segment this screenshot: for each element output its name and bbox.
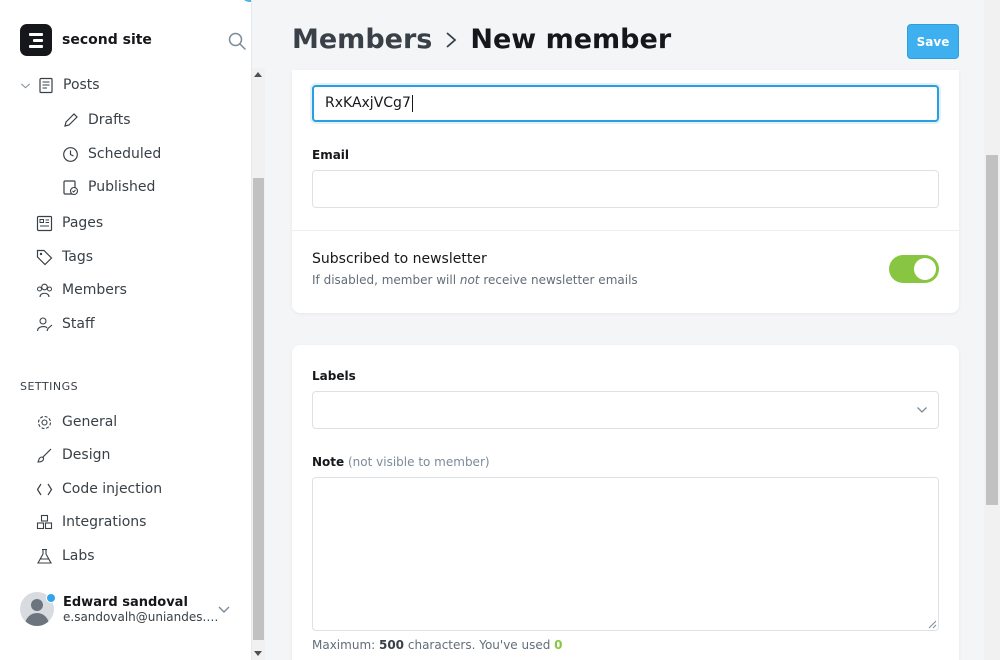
breadcrumb: Members New member (292, 24, 671, 55)
tag-icon (36, 249, 53, 265)
site-logo-icon (20, 24, 52, 56)
pages-icon (36, 215, 53, 231)
posts-icon (39, 77, 53, 93)
note-label: Note (not visible to member) (312, 455, 490, 469)
nav-code-injection-label: Code injection (62, 481, 163, 497)
text-caret (411, 94, 413, 112)
nav-scheduled[interactable]: Scheduled (62, 143, 161, 165)
site-name: second site (62, 32, 152, 48)
email-label: Email (312, 148, 350, 162)
nav-pages-label: Pages (62, 215, 104, 231)
page-scroll-thumb[interactable] (986, 155, 998, 505)
nav-posts-label: Posts (63, 77, 100, 93)
brush-icon (37, 448, 52, 463)
published-icon (63, 179, 79, 195)
chevron-right-icon (446, 31, 457, 48)
notification-indicator (240, 0, 251, 2)
nav-members-label: Members (62, 282, 127, 298)
newsletter-title: Subscribed to newsletter (312, 251, 487, 267)
user-email: e.sandovalh@uniandes.edu.co (63, 609, 223, 624)
nav-design[interactable]: Design (36, 444, 110, 466)
nav-tags-label: Tags (62, 249, 93, 265)
nav-published[interactable]: Published (62, 176, 155, 198)
user-name: Edward sandoval (63, 594, 188, 610)
newsletter-toggle[interactable] (889, 255, 939, 283)
integrations-icon (36, 514, 53, 529)
sidebar-scroll-thumb[interactable] (253, 178, 264, 640)
sidebar-scrollbar[interactable] (252, 68, 265, 660)
scroll-up-icon[interactable] (254, 72, 262, 77)
nav-tags[interactable]: Tags (36, 246, 93, 268)
name-input[interactable]: RxKAxjVCg7 (312, 85, 939, 122)
newsletter-description: If disabled, member will not receive new… (312, 273, 638, 287)
brand[interactable]: second site (20, 24, 152, 56)
code-icon (36, 483, 53, 495)
note-textarea[interactable] (312, 477, 939, 631)
page-scrollbar[interactable] (984, 0, 1000, 660)
nav-drafts[interactable]: Drafts (62, 109, 131, 131)
labels-label: Labels (312, 369, 356, 383)
nav-design-label: Design (62, 447, 111, 463)
labels-select[interactable] (312, 391, 939, 429)
divider (292, 230, 959, 231)
chevron-down-icon[interactable] (217, 605, 231, 615)
nav-general-label: General (62, 414, 118, 430)
nav-pages[interactable]: Pages (36, 212, 103, 234)
page-title: New member (470, 24, 672, 55)
main-content: Members New member Save RxKAxjVCg7 Email… (272, 0, 984, 660)
chevron-down-icon (917, 407, 927, 413)
breadcrumb-members[interactable]: Members (292, 24, 432, 55)
nav-labs[interactable]: Labs (36, 545, 95, 567)
flask-icon (37, 548, 52, 564)
members-icon (37, 283, 52, 297)
settings-section-label: SETTINGS (20, 380, 79, 393)
nav-code-injection[interactable]: Code injection (36, 478, 162, 500)
nav-staff-label: Staff (62, 316, 95, 332)
clock-icon (63, 146, 78, 162)
nav-integrations[interactable]: Integrations (36, 511, 146, 533)
labels-note-card: Labels Note (not visible to member) Maxi… (292, 345, 959, 660)
nav-general[interactable]: General (36, 411, 117, 433)
resize-handle-icon[interactable] (927, 619, 937, 629)
nav-published-label: Published (88, 179, 156, 195)
nav-labs-label: Labs (62, 548, 95, 564)
nav-posts[interactable]: Posts (20, 74, 100, 96)
nav-integrations-label: Integrations (62, 514, 147, 530)
save-button[interactable]: Save (907, 24, 959, 59)
chevron-down-icon[interactable] (20, 77, 31, 94)
gear-icon (37, 415, 52, 429)
toggle-knob (914, 258, 936, 280)
note-character-count: Maximum: 500 characters. You've used 0 (312, 638, 563, 652)
nav-members[interactable]: Members (36, 279, 127, 301)
name-input-value: RxKAxjVCg7 (325, 95, 411, 111)
nav-staff[interactable]: Staff (36, 313, 95, 335)
nav-drafts-label: Drafts (88, 112, 131, 128)
nav-scheduled-label: Scheduled (88, 146, 162, 162)
member-details-card: RxKAxjVCg7 Email Subscribed to newslette… (292, 70, 959, 313)
email-field[interactable] (312, 170, 939, 208)
staff-icon (36, 316, 53, 331)
search-icon[interactable] (228, 32, 246, 50)
pencil-icon (64, 112, 78, 127)
online-status-dot (46, 593, 56, 603)
scroll-down-icon[interactable] (254, 651, 262, 656)
sidebar: second site Posts Drafts Scheduled Publi… (0, 0, 252, 660)
